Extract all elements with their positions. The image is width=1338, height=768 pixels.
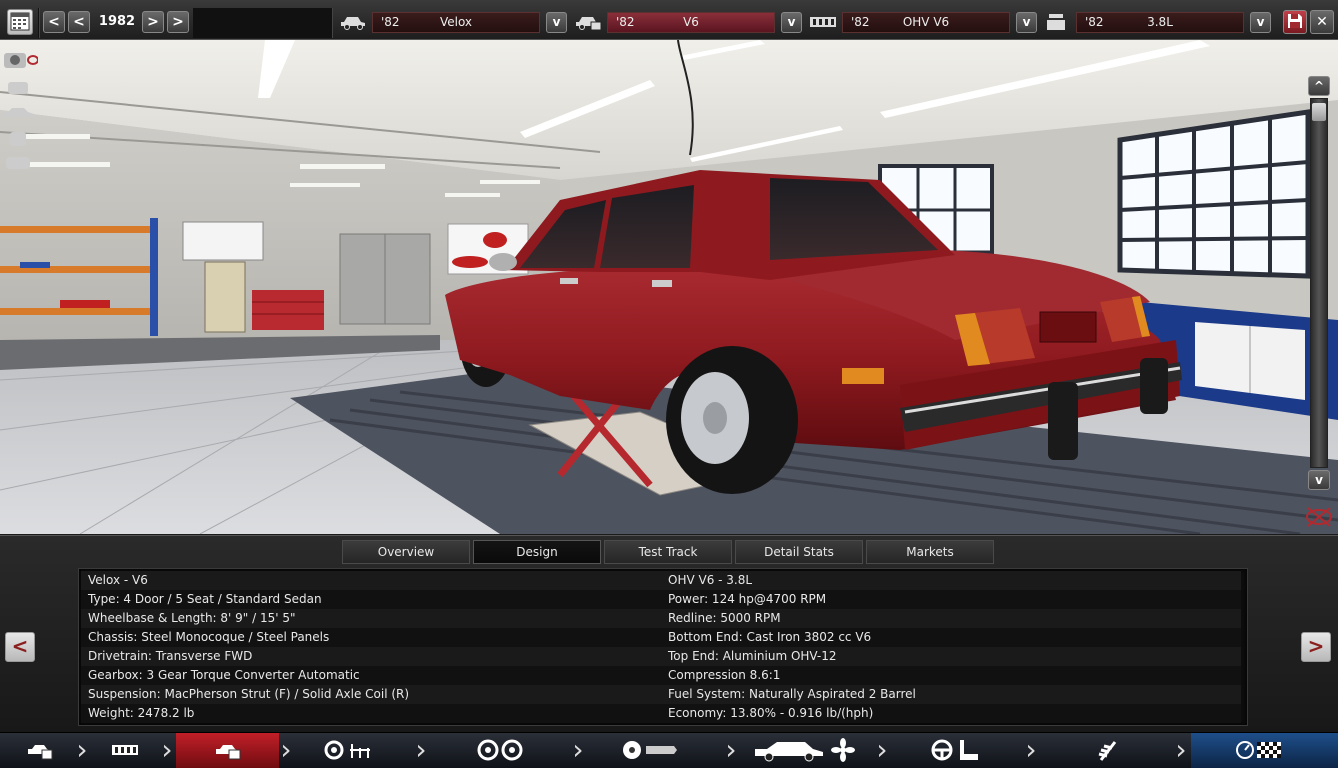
top-view-icon[interactable]: [0, 152, 38, 174]
year-next-button[interactable]: >: [142, 11, 164, 33]
spec-row: Suspension: MacPherson Strut (F) / Solid…: [81, 685, 661, 704]
variant-name: 3.8L: [1147, 15, 1173, 29]
model-selector[interactable]: '82 Velox: [372, 12, 540, 33]
info-prev-button[interactable]: <: [5, 632, 35, 662]
spec-row: Bottom End: Cast Iron 3802 cc V6: [661, 628, 1241, 647]
spec-row: Wheelbase & Length: 8' 9" / 15' 5": [81, 609, 661, 628]
aero-cooling-icon: [755, 738, 855, 762]
camera-icon[interactable]: [0, 48, 38, 70]
variant-dropdown-button[interactable]: v: [1250, 12, 1271, 33]
info-panel: Overview Design Test Track Detail Stats …: [0, 535, 1338, 732]
info-next-button[interactable]: >: [1301, 632, 1331, 662]
divider: [193, 8, 333, 38]
engine-dropdown-button[interactable]: v: [1016, 12, 1037, 33]
model-name: Velox: [439, 15, 473, 29]
spec-row: Chassis: Steel Monocoque / Steel Panels: [81, 628, 661, 647]
chassis-icon: [112, 745, 138, 755]
engine-block-icon: [810, 17, 836, 27]
tab-markets[interactable]: Markets: [866, 540, 994, 564]
engine-parts-icon: [324, 740, 370, 760]
save-button[interactable]: [1283, 10, 1307, 34]
engine-variant-icon: [1047, 14, 1065, 30]
step-arrow-icon: ›: [725, 733, 737, 766]
engine-name: OHV V6: [902, 15, 950, 29]
save-icon: [1288, 14, 1302, 28]
engine-specs-column: OHV V6 - 3.8L Power: 124 hp@4700 RPM Red…: [661, 571, 1241, 723]
wheels-icon: [477, 739, 523, 761]
year-display: 1982: [98, 14, 136, 29]
spec-row: Redline: 5000 RPM: [661, 609, 1241, 628]
car-trim-icon: [216, 745, 241, 760]
variant-selector[interactable]: '82 3.8L: [1076, 12, 1244, 33]
spec-row: Economy: 13.80% - 0.916 lb/(hph): [661, 704, 1241, 723]
testing-icon: [1236, 741, 1281, 759]
nav-step-testing[interactable]: [1191, 733, 1338, 768]
spec-row: Drivetrain: Transverse FWD: [81, 647, 661, 666]
spec-row: Weight: 2478.2 lb: [81, 704, 661, 723]
spec-row: Top End: Aluminium OHV-12: [661, 647, 1241, 666]
tab-detail-stats[interactable]: Detail Stats: [735, 540, 863, 564]
spec-row: Type: 4 Door / 5 Seat / Standard Sedan: [81, 590, 661, 609]
app-window: < < 1982 > > '82 Velox v '82 V6 v '82 OH…: [0, 0, 1338, 768]
spec-row: Velox - V6: [81, 571, 661, 590]
calendar-icon[interactable]: [7, 9, 33, 35]
interior-icon: [931, 739, 978, 761]
car-viewport[interactable]: ^ v: [0, 40, 1338, 534]
side-view-icon[interactable]: [0, 102, 38, 124]
step-arrow-icon: ›: [876, 733, 888, 766]
view-scrollbar-track[interactable]: [1310, 98, 1328, 468]
car-body-icon: [341, 17, 365, 30]
trim-name: V6: [683, 15, 699, 29]
step-arrow-icon: ›: [572, 733, 584, 766]
step-arrow-icon: ›: [1025, 733, 1037, 766]
hide-ui-icon[interactable]: [1304, 504, 1334, 530]
view-scrollbar-thumb[interactable]: [1312, 103, 1326, 121]
nav-step-chassis[interactable]: [92, 733, 160, 768]
spec-row: OHV V6 - 3.8L: [661, 571, 1241, 590]
divider: [38, 8, 40, 38]
step-arrow-icon: ›: [415, 733, 427, 766]
car-trim-icon: [576, 17, 602, 31]
scroll-up-button[interactable]: ^: [1308, 76, 1330, 96]
nav-step-wheels[interactable]: [431, 733, 571, 768]
close-button[interactable]: ✕: [1310, 10, 1334, 34]
year-next-fast-button[interactable]: >: [167, 11, 189, 33]
model-dropdown-button[interactable]: v: [546, 12, 567, 33]
tab-test-track[interactable]: Test Track: [604, 540, 732, 564]
spec-row: Power: 124 hp@4700 RPM: [661, 590, 1241, 609]
step-arrow-icon: ›: [161, 733, 173, 766]
trim-dropdown-button[interactable]: v: [781, 12, 802, 33]
year-prev-fast-button[interactable]: <: [43, 11, 65, 33]
front-view-icon[interactable]: [0, 76, 38, 98]
step-arrow-icon: ›: [1175, 733, 1187, 766]
spec-row: Fuel System: Naturally Aspirated 2 Barre…: [661, 685, 1241, 704]
scroll-down-button[interactable]: v: [1308, 470, 1330, 490]
trim-selector[interactable]: '82 V6: [607, 12, 775, 33]
close-icon: ✕: [1316, 14, 1328, 30]
nav-step-model[interactable]: [0, 733, 75, 768]
suspension-icon: [1098, 741, 1117, 761]
nav-step-aero-cooling[interactable]: [741, 733, 875, 768]
design-step-nav: › › › › › › › › ›: [0, 732, 1338, 768]
engine-selector[interactable]: '82 OHV V6: [842, 12, 1010, 33]
nav-step-engine-parts[interactable]: [296, 733, 414, 768]
nav-step-trim[interactable]: [176, 733, 279, 768]
car-specs-column: Velox - V6 Type: 4 Door / 5 Seat / Stand…: [81, 571, 661, 723]
garage-scene: [0, 40, 1338, 534]
nav-step-suspension[interactable]: [1041, 733, 1174, 768]
spec-row: Gearbox: 3 Gear Torque Converter Automat…: [81, 666, 661, 685]
tab-design[interactable]: Design: [473, 540, 601, 564]
tab-overview[interactable]: Overview: [342, 540, 470, 564]
spec-sheet: Velox - V6 Type: 4 Door / 5 Seat / Stand…: [78, 568, 1248, 726]
nav-step-interior[interactable]: [892, 733, 1024, 768]
spec-row: Compression 8.6:1: [661, 666, 1241, 685]
step-arrow-icon: ›: [280, 733, 292, 766]
car-model-icon: [28, 745, 53, 760]
year-prev-button[interactable]: <: [68, 11, 90, 33]
nav-step-brakes-body[interactable]: [588, 733, 724, 768]
rear-view-icon[interactable]: [0, 128, 38, 150]
step-arrow-icon: ›: [76, 733, 88, 766]
brakes-body-icon: [623, 741, 677, 759]
top-bar: < < 1982 > > '82 Velox v '82 V6 v '82 OH…: [0, 0, 1338, 40]
